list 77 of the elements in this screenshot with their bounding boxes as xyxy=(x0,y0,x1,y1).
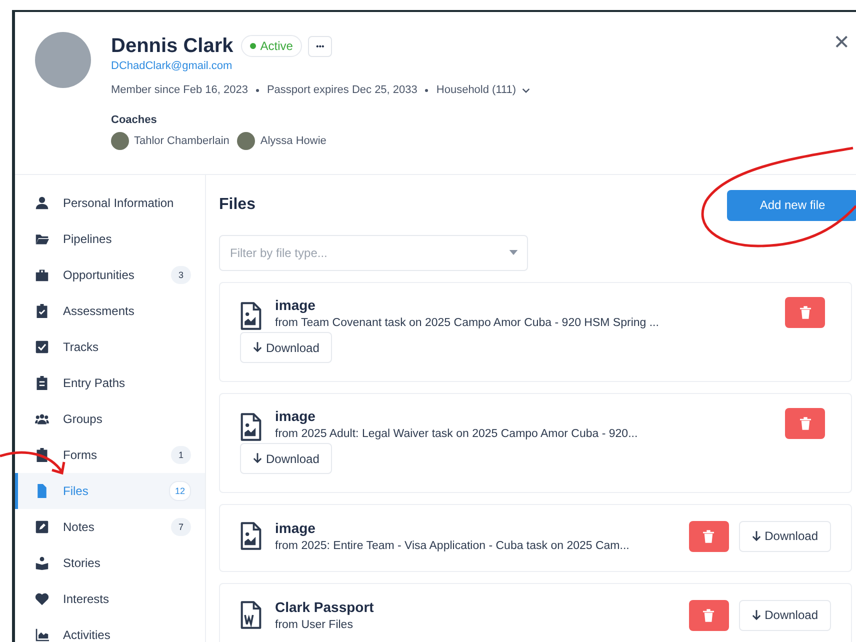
count-badge: 12 xyxy=(169,481,191,501)
close-button[interactable]: ✕ xyxy=(833,30,850,54)
delete-button[interactable] xyxy=(785,408,825,439)
file-source: from Team Covenant task on 2025 Campo Amor Cuba - 920 HSM Spring ... xyxy=(275,317,660,329)
sidebar-item[interactable]: Files 12 xyxy=(15,473,205,509)
file-name: image xyxy=(275,520,316,536)
sidebar-item[interactable]: Assessments xyxy=(15,293,205,329)
sidebar-icon xyxy=(35,484,49,498)
delete-button[interactable] xyxy=(688,600,729,630)
sidebar-icon xyxy=(35,340,49,354)
trash-icon xyxy=(703,608,714,622)
sidebar-icon xyxy=(35,628,49,642)
file-type-filter[interactable]: Filter by file type... xyxy=(219,235,528,271)
sidebar-item[interactable]: Tracks xyxy=(15,329,205,365)
delete-button[interactable] xyxy=(688,520,729,552)
sidebar-icon xyxy=(35,304,49,318)
download-button[interactable]: Download xyxy=(738,600,831,630)
image-file-icon xyxy=(240,412,262,442)
image-file-icon xyxy=(240,521,262,551)
download-button[interactable]: Download xyxy=(240,443,332,474)
household-dropdown[interactable]: Household (111) xyxy=(436,84,530,96)
sidebar-icon xyxy=(35,520,49,534)
count-badge: 1 xyxy=(171,446,191,464)
coach-name[interactable]: Tahlor Chamberlain xyxy=(134,135,230,147)
image-file-icon xyxy=(240,301,262,331)
sidebar-icon xyxy=(35,268,49,282)
trash-icon xyxy=(800,306,810,319)
separator-dot xyxy=(425,88,428,92)
file-name: Clark Passport xyxy=(275,599,375,615)
file-name: image xyxy=(275,297,316,313)
coaches-label: Coaches xyxy=(111,114,158,126)
section-title: Files xyxy=(219,196,256,214)
caret-icon xyxy=(509,250,518,255)
file-name: image xyxy=(275,408,316,424)
sidebar-item[interactable]: Pipelines xyxy=(15,221,205,257)
download-arrow-icon xyxy=(752,610,761,620)
file-source: from User Files xyxy=(275,619,354,631)
download-button[interactable]: Download xyxy=(738,520,831,552)
file-source: from 2025: Entire Team - Visa Application - Cuba task on 2025 Cam... xyxy=(275,540,630,552)
download-button[interactable]: Download xyxy=(240,332,332,363)
sidebar-icon xyxy=(35,556,49,570)
add-file-button[interactable]: Add new file xyxy=(727,190,856,220)
sidebar-icon xyxy=(35,412,49,426)
sidebar-item[interactable]: Groups xyxy=(15,401,205,437)
sidebar-item[interactable]: Stories xyxy=(15,545,205,581)
trash-icon xyxy=(800,417,810,430)
chevron-icon xyxy=(522,88,530,92)
file-source: from 2025 Adult: Legal Waiver task on 2025 Campo Amor Cuba - 920... xyxy=(275,428,639,440)
sidebar-item[interactable]: Activities xyxy=(15,617,205,642)
trash-icon xyxy=(703,530,714,542)
download-arrow-icon xyxy=(752,530,761,542)
coach-name[interactable]: Alyssa Howie xyxy=(260,135,326,147)
email-link[interactable]: DChadClark@gmail.com xyxy=(111,60,836,72)
delete-button[interactable] xyxy=(785,297,825,328)
sidebar-icon xyxy=(35,232,49,246)
sidebar-icon xyxy=(35,196,49,210)
count-badge: 3 xyxy=(171,266,191,284)
download-arrow-icon xyxy=(253,342,262,353)
sidebar-icon xyxy=(35,376,49,390)
sidebar-item[interactable]: Entry Paths xyxy=(15,365,205,401)
count-badge: 7 xyxy=(171,518,191,536)
sidebar-icon xyxy=(35,592,49,606)
sidebar-item[interactable]: Personal Information xyxy=(15,185,205,221)
sidebar-item[interactable]: Opportunities 3 xyxy=(15,257,205,293)
profile-name: Dennis Clark xyxy=(111,34,234,58)
download-arrow-icon xyxy=(253,453,262,464)
status-badge: Active xyxy=(241,35,302,57)
coach-avatar xyxy=(237,132,256,150)
meta-text: Passport expires Dec 25, 2033 xyxy=(266,84,418,96)
meta-text: Member since Feb 16, 2023 xyxy=(111,84,248,96)
more-button[interactable]: ••• xyxy=(308,36,332,56)
sidebar-item[interactable]: Notes 7 xyxy=(15,509,205,545)
sidebar-item[interactable]: Interests xyxy=(15,581,205,617)
coach-avatar xyxy=(111,132,129,150)
sidebar-item[interactable]: Forms 1 xyxy=(15,437,205,473)
separator-dot xyxy=(256,88,259,92)
word-document-icon xyxy=(240,600,262,630)
